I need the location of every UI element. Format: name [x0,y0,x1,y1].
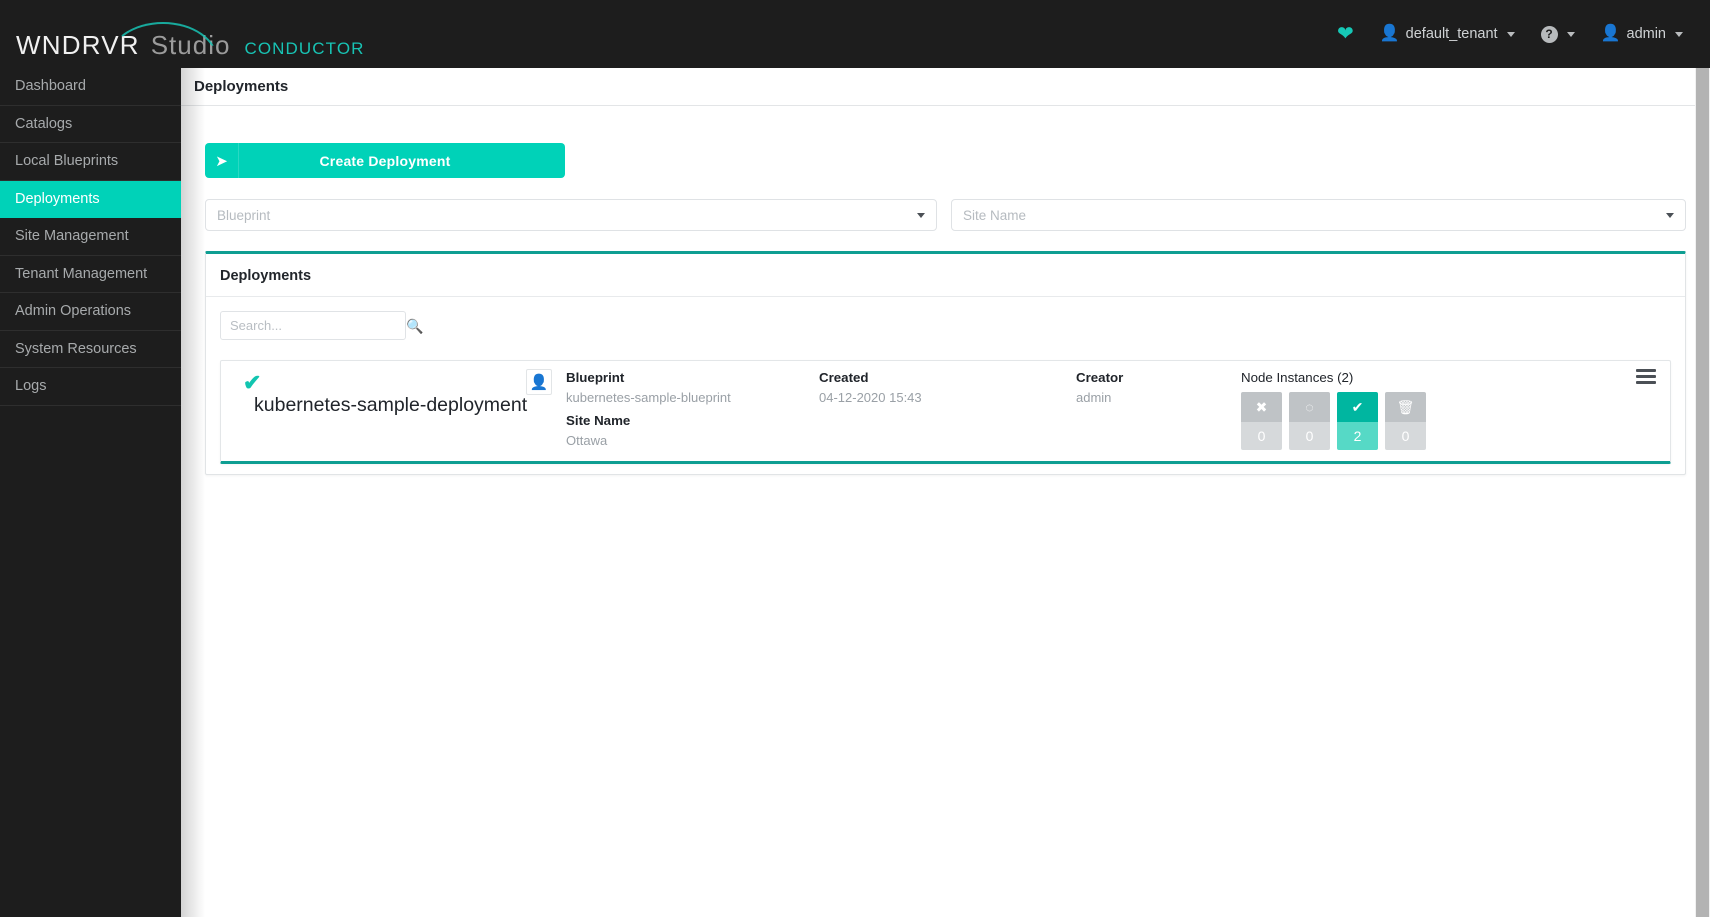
sidebar-item-logs[interactable]: Logs [0,368,181,406]
node-instance-count-pending: 0 [1289,422,1330,450]
sidebar-item-admin-operations[interactable]: Admin Operations [0,293,181,331]
deployments-panel: Deployments 🔍 ✔ kubernetes-sample-deploy… [205,251,1686,475]
rocket-icon: ➤ [215,152,228,170]
chevron-down-icon [1675,31,1683,37]
field-blueprint-value: kubernetes-sample-blueprint [566,389,731,405]
search-input[interactable] [230,318,406,333]
magnifier-icon: 🔍 [406,317,424,334]
tenant-label: default_tenant [1405,26,1498,42]
menu-bar [1636,381,1656,384]
node-instance-count-started: 2 [1337,422,1378,450]
brand-arc-icon [108,22,218,62]
sidebar-item-site-management[interactable]: Site Management [0,218,181,256]
user-label: admin [1626,26,1667,42]
field-blueprint-label: Blueprint [566,370,625,385]
brand-logo[interactable]: WNDRVR Studio CONDUCTOR [16,22,365,61]
field-created: Created 04-12-2020 15:43 [819,370,922,406]
hamburger-menu-icon[interactable] [1636,369,1656,384]
x-icon: ✖ [1241,392,1282,422]
chevron-down-icon [917,212,926,218]
node-instance-badge-deleted[interactable]: 🗑 0 [1385,392,1426,450]
node-instance-badge-started[interactable]: ✔ 2 [1337,392,1378,450]
menu-bar [1636,375,1656,378]
sidebar-navigation: Dashboard Catalogs Local Blueprints Depl… [0,68,181,917]
question-mark-icon: ? [1540,25,1558,43]
brand-conductor-text: CONDUCTOR [244,39,365,58]
sidebar-item-tenant-management[interactable]: Tenant Management [0,256,181,293]
sidebar-item-deployments[interactable]: Deployments [0,180,181,218]
chevron-down-icon [1666,212,1674,218]
blueprint-filter-placeholder: Blueprint [217,207,271,223]
node-instance-badge-pending[interactable]: ◌ 0 [1289,392,1330,450]
button-divider [238,143,239,178]
tenant-selector[interactable]: 👤 default_tenant [1367,0,1528,68]
deployment-status-check-icon: ✔ [243,370,262,395]
field-creator-value: admin [1076,389,1112,405]
heartbeat-icon: ❤ [1336,23,1354,45]
page-scrollbar[interactable] [1695,68,1710,917]
page-header: Deployments [181,68,1710,106]
deployments-panel-title: Deployments [220,268,312,284]
chevron-down-icon [1566,31,1575,37]
blueprint-filter-select[interactable]: Blueprint [205,199,938,231]
person-icon: 👤 [1379,25,1400,42]
create-deployment-label: Create Deployment [319,152,451,169]
sidebar-item-dashboard[interactable]: Dashboard [0,68,181,106]
node-instance-count-failed: 0 [1241,422,1282,450]
node-instance-count-deleted: 0 [1385,422,1426,450]
check-icon: ✔ [1337,392,1378,422]
scrollbar-thumb[interactable] [1696,68,1709,917]
field-creator-label: Creator [1076,370,1124,385]
node-instance-badge-failed[interactable]: ✖ 0 [1241,392,1282,450]
field-site-name-label: Site Name [566,413,631,428]
field-blueprint: Blueprint kubernetes-sample-blueprint [566,370,731,406]
field-site-name: Site Name Ottawa [566,413,630,449]
user-icon: 👤 [1600,25,1621,42]
node-instances-badges: ✖ 0 ◌ 0 ✔ 2 🗑 0 [1241,392,1426,450]
app-root: WNDRVR Studio CONDUCTOR ❤ 👤 default_tena… [0,0,1710,917]
field-site-name-value: Ottawa [566,432,608,448]
user-menu[interactable]: 👤 admin [1588,0,1696,68]
field-created-label: Created [819,370,869,385]
search-box[interactable]: 🔍 [220,311,423,340]
spinner-icon: ◌ [1289,392,1330,422]
sidebar-item-system-resources[interactable]: System Resources [0,331,181,368]
top-header-bar: WNDRVR Studio CONDUCTOR ❤ 👤 default_tena… [0,0,1710,68]
create-deployment-button[interactable]: ➤ Create Deployment [205,143,565,178]
system-health-button[interactable]: ❤ [1324,0,1367,68]
user-avatar-icon: 👤 [529,373,549,391]
header-right-actions: ❤ 👤 default_tenant ? 👤 admin [1324,0,1696,68]
deployment-row[interactable]: ✔ kubernetes-sample-deployment 👤 Bluepri… [220,360,1671,464]
sidebar-item-catalogs[interactable]: Catalogs [0,106,181,143]
content-body: ➤ Create Deployment Blueprint Site Name … [181,106,1710,475]
sidebar-item-local-blueprints[interactable]: Local Blueprints [0,143,181,181]
trash-icon: 🗑 [1385,392,1426,422]
node-instances-title: Node Instances (2) [1241,370,1354,385]
deployment-owner-avatar: 👤 [526,369,552,395]
site-name-filter-select[interactable]: Site Name [951,199,1686,231]
main-content: Deployments ➤ Create Deployment Blueprin… [181,68,1710,917]
deployment-name: kubernetes-sample-deployment [254,394,528,416]
menu-bar [1636,369,1656,372]
site-name-filter-placeholder: Site Name [963,207,1027,223]
field-creator: Creator admin [1076,370,1123,406]
node-instances-block: Node Instances (2) ✖ 0 ◌ 0 ✔ 2 🗑 0 [1241,370,1426,450]
chevron-down-icon [1506,31,1515,37]
help-menu[interactable]: ? [1528,0,1588,68]
deployments-panel-body: 🔍 ✔ kubernetes-sample-deployment 👤 Bluep… [206,297,1685,474]
field-created-value: 04-12-2020 15:43 [819,389,922,405]
deployments-panel-header: Deployments [206,254,1685,297]
page-title: Deployments [194,78,289,95]
filter-bar: Blueprint Site Name [205,199,1686,231]
